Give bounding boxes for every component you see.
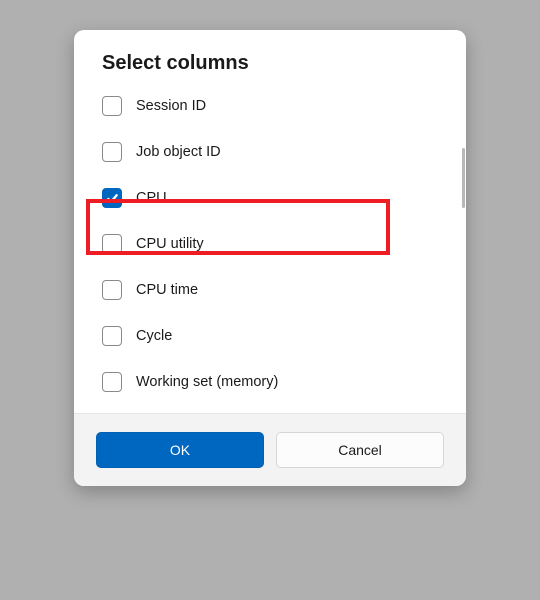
column-row-cycle[interactable]: Cycle	[102, 313, 438, 359]
column-row-session-id[interactable]: Session ID	[102, 83, 438, 129]
cancel-button[interactable]: Cancel	[276, 432, 444, 468]
checkbox-unchecked-icon[interactable]	[102, 234, 122, 254]
ok-button[interactable]: OK	[96, 432, 264, 468]
dialog-title: Select columns	[102, 52, 438, 75]
column-row-cpu[interactable]: CPU	[102, 175, 438, 221]
column-label: Working set (memory)	[136, 374, 278, 390]
column-label: CPU	[136, 190, 167, 206]
dialog-footer: OK Cancel	[74, 413, 466, 486]
check-icon	[106, 192, 119, 205]
column-row-working-set[interactable]: Working set (memory)	[102, 359, 438, 405]
column-label: CPU time	[136, 282, 198, 298]
column-label: Job object ID	[136, 144, 221, 160]
dialog-content: Select columns Session ID Job object ID …	[74, 30, 466, 413]
scrollbar[interactable]	[462, 148, 465, 208]
column-list: Session ID Job object ID CPU CPU utility…	[102, 83, 438, 405]
column-label: Cycle	[136, 328, 172, 344]
checkbox-unchecked-icon[interactable]	[102, 280, 122, 300]
column-row-cpu-time[interactable]: CPU time	[102, 267, 438, 313]
column-label: Session ID	[136, 98, 206, 114]
column-row-cpu-utility[interactable]: CPU utility	[102, 221, 438, 267]
checkbox-unchecked-icon[interactable]	[102, 142, 122, 162]
checkbox-unchecked-icon[interactable]	[102, 326, 122, 346]
checkbox-unchecked-icon[interactable]	[102, 372, 122, 392]
select-columns-dialog: Select columns Session ID Job object ID …	[74, 30, 466, 486]
column-row-job-object-id[interactable]: Job object ID	[102, 129, 438, 175]
checkbox-unchecked-icon[interactable]	[102, 96, 122, 116]
column-label: CPU utility	[136, 236, 204, 252]
checkbox-checked-icon[interactable]	[102, 188, 122, 208]
